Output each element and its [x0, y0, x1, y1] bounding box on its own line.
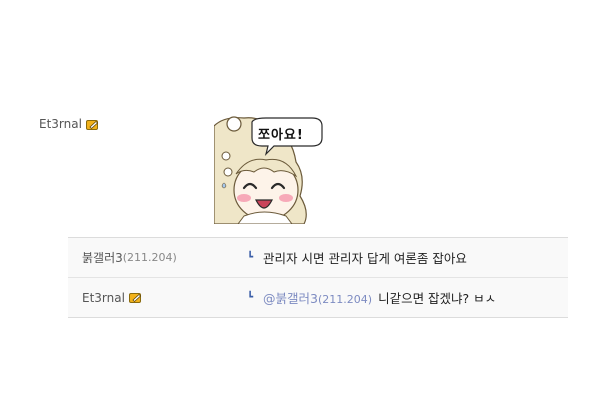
reply-body: ┗ 관리자 시면 관리자 답게 여론좀 잡아요	[244, 248, 467, 267]
mention-ip: (211.204)	[317, 293, 373, 306]
reply-body: ┗ @붉갤러3(211.204) 니같으면 잡겠냐? ㅂㅅ	[244, 288, 496, 307]
reply-text: 관리자 시면 관리자 답게 여론좀 잡아요	[263, 251, 467, 266]
reply-row: 붉갤러3 (211.204) ┗ 관리자 시면 관리자 답게 여론좀 잡아요	[68, 238, 568, 277]
reply-arrow-icon: ┗	[247, 292, 254, 303]
reply-text: 니같으면 잡겠냐? ㅂㅅ	[378, 291, 497, 306]
reply-author-ip: (211.204)	[122, 251, 177, 264]
sticker-caption: 쪼아요!	[258, 128, 304, 143]
comment-author-name[interactable]: Et3rnal	[39, 117, 82, 131]
reply-list: 붉갤러3 (211.204) ┗ 관리자 시면 관리자 답게 여론좀 잡아요 E…	[68, 237, 568, 318]
reply-author-name[interactable]: Et3rnal	[82, 291, 125, 305]
reply-row: Et3rnal ┗ @붉갤러3(211.204) 니같으면 잡겠냐? ㅂㅅ	[68, 277, 568, 317]
gold-pencil-badge-icon	[85, 119, 99, 130]
reply-author[interactable]: Et3rnal	[68, 291, 244, 305]
reply-mention[interactable]: @붉갤러3(211.204)	[263, 288, 372, 307]
reply-author-name[interactable]: 붉갤러3	[82, 249, 123, 266]
dccon-sticker: 쪼아요!	[214, 116, 324, 224]
gold-pencil-badge-icon	[128, 292, 142, 303]
reply-arrow-icon: ┗	[247, 252, 254, 263]
comment-author[interactable]: Et3rnal	[39, 117, 99, 131]
mention-name[interactable]: @붉갤러3	[263, 291, 318, 306]
reply-author[interactable]: 붉갤러3 (211.204)	[68, 249, 244, 266]
